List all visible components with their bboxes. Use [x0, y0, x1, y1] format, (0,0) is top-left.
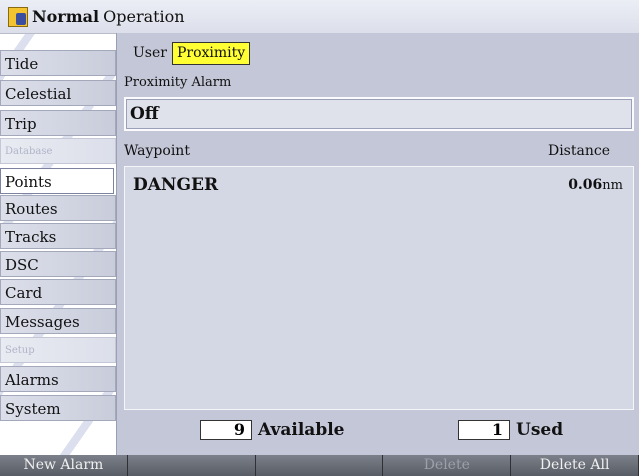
- waypoint-name: DANGER: [133, 175, 219, 195]
- softkey-2[interactable]: [127, 455, 256, 476]
- sidebar-item-messages[interactable]: Messages: [0, 308, 116, 334]
- available-count: 9: [200, 420, 252, 440]
- title-bar: Normal Operation: [0, 0, 639, 34]
- sidebar-item-celestial[interactable]: Celestial: [0, 80, 116, 106]
- delete-button[interactable]: Delete: [383, 455, 512, 476]
- used-count: 1: [458, 420, 510, 440]
- app-icon: [8, 6, 28, 27]
- proximity-list: DANGER 0.06nm: [124, 166, 634, 410]
- sidebar-item-dsc[interactable]: DSC: [0, 251, 116, 277]
- sidebar-section-setup: Setup: [0, 337, 116, 363]
- new-alarm-button[interactable]: New Alarm: [0, 455, 128, 476]
- used-counter: 1 Used: [458, 420, 563, 440]
- sidebar-item-trip[interactable]: Trip: [0, 110, 116, 136]
- sidebar-item-alarms[interactable]: Alarms: [0, 366, 116, 392]
- tab-proximity[interactable]: Proximity: [171, 42, 251, 65]
- table-row[interactable]: DANGER 0.06nm: [125, 171, 633, 199]
- sidebar-item-points[interactable]: Points: [0, 168, 114, 194]
- available-counter: 9 Available: [200, 420, 345, 440]
- sidebar-section-database: Database: [0, 138, 116, 164]
- waypoint-column-header: Waypoint: [124, 143, 190, 159]
- sidebar-item-system[interactable]: System: [0, 395, 116, 421]
- used-label: Used: [516, 420, 564, 440]
- waypoint-distance: 0.06nm: [568, 177, 623, 193]
- sidebar-item-routes[interactable]: Routes: [0, 195, 116, 221]
- available-label: Available: [258, 420, 345, 440]
- delete-all-button[interactable]: Delete All: [511, 455, 639, 476]
- proximity-alarm-label: Proximity Alarm: [124, 75, 232, 90]
- main-panel: User Proximity Proximity Alarm Off Waypo…: [116, 33, 639, 455]
- sidebar-item-card[interactable]: Card: [0, 279, 116, 305]
- page-subtitle: Operation: [103, 7, 185, 26]
- softkey-3[interactable]: [255, 455, 384, 476]
- softkey-bar: New Alarm Delete Delete All: [0, 455, 639, 476]
- sidebar-item-tide[interactable]: Tide: [0, 50, 116, 76]
- page-title: Normal: [32, 7, 100, 26]
- sidebar-item-tracks[interactable]: Tracks: [0, 223, 116, 249]
- distance-column-header: Distance: [547, 143, 610, 159]
- proximity-alarm-field[interactable]: Off: [124, 97, 634, 131]
- tab-user[interactable]: User: [128, 42, 172, 65]
- tab-bar: User Proximity: [128, 42, 251, 65]
